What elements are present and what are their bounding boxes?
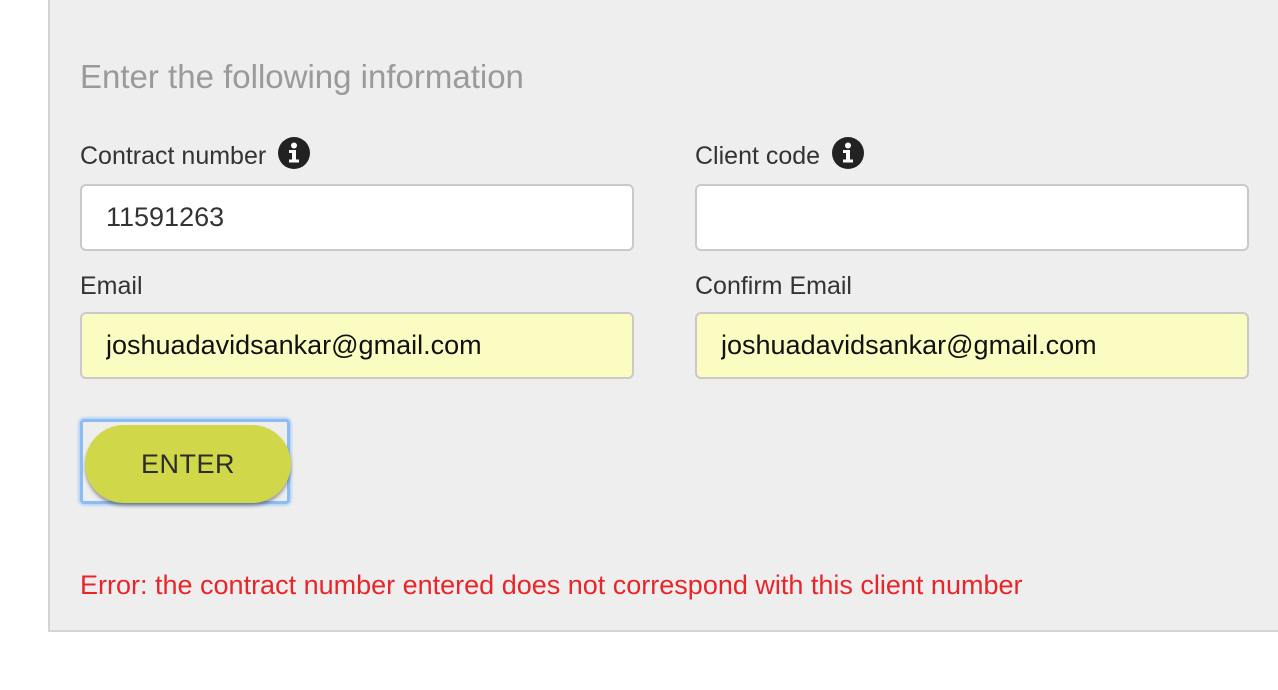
form-panel: Enter the following information Contract… <box>48 0 1278 632</box>
confirm-email-input[interactable] <box>695 312 1249 379</box>
error-message: Error: the contract number entered does … <box>80 570 1023 600</box>
contract-number-label-row: Contract number <box>80 137 311 172</box>
contract-number-input[interactable] <box>80 184 634 251</box>
email-input[interactable] <box>80 312 634 379</box>
confirm-email-label: Confirm Email <box>695 272 852 300</box>
enter-button[interactable]: ENTER <box>85 425 291 503</box>
client-code-label-row: Client code <box>695 137 865 172</box>
info-circle-icon[interactable] <box>278 137 311 169</box>
client-code-label: Client code <box>695 141 821 170</box>
enter-button-focus-ring: ENTER <box>80 419 291 504</box>
contract-number-label: Contract number <box>80 141 267 170</box>
email-label: Email <box>80 272 143 300</box>
form-heading: Enter the following information <box>80 58 524 95</box>
client-code-input[interactable] <box>695 184 1249 251</box>
info-circle-icon[interactable] <box>832 137 865 169</box>
